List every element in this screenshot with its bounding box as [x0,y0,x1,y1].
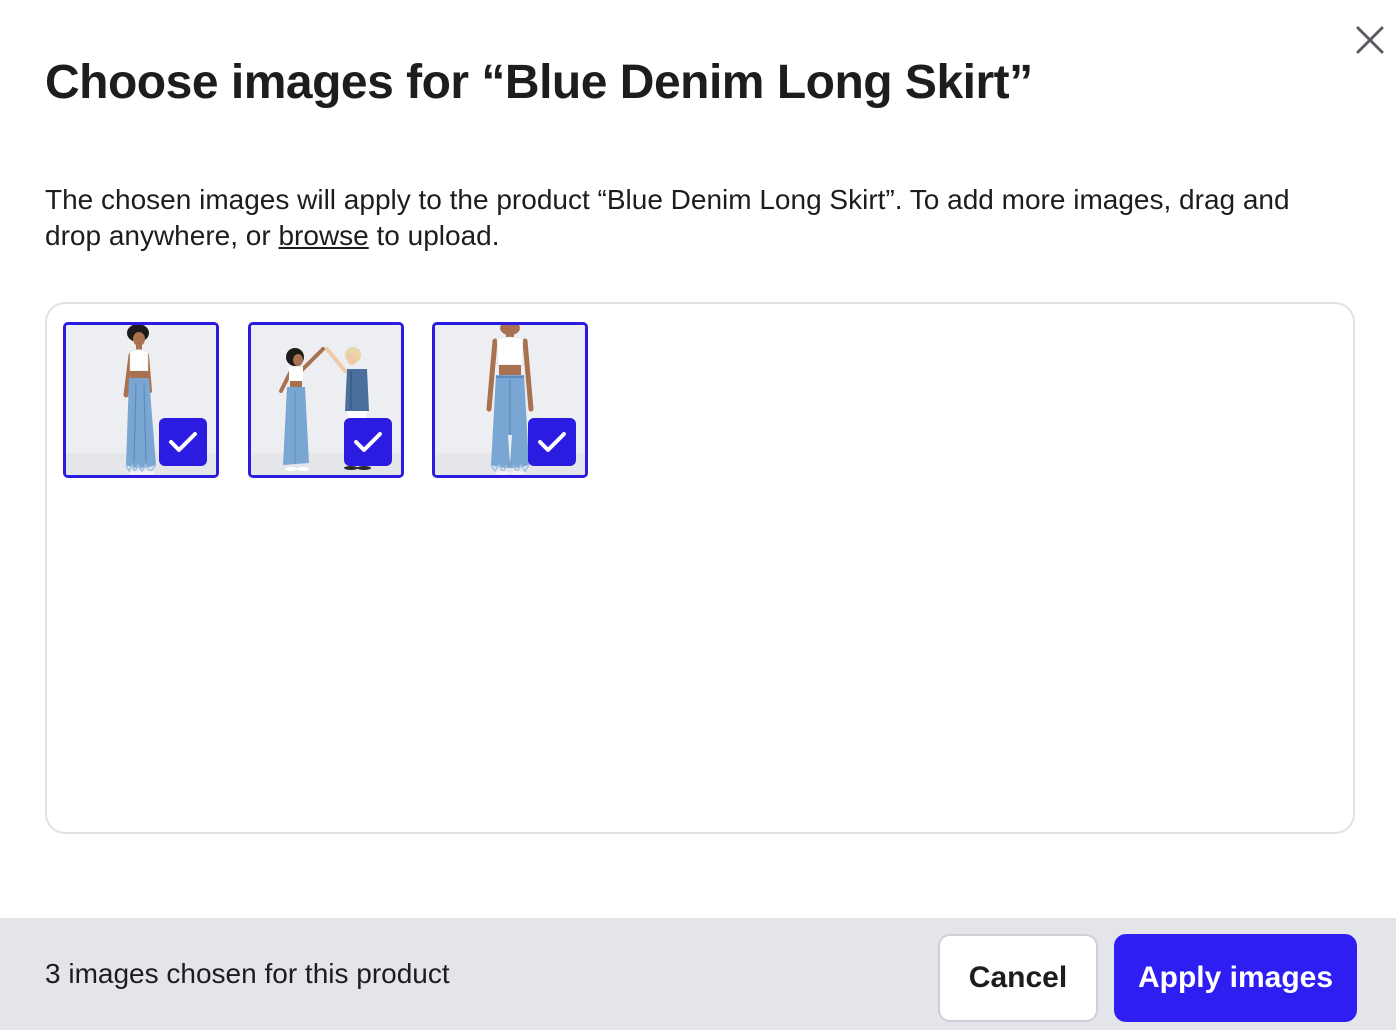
dialog-title: Choose images for “Blue Denim Long Skirt… [45,56,1033,109]
apply-images-button[interactable]: Apply images [1114,934,1357,1022]
close-icon [1356,26,1384,54]
selected-checkbox[interactable] [528,418,576,466]
checkmark-icon [538,432,566,452]
image-drop-area[interactable] [45,302,1355,834]
image-thumbnail[interactable] [432,322,588,478]
close-button[interactable] [1352,22,1388,58]
selected-checkbox[interactable] [159,418,207,466]
dialog-footer: 3 images chosen for this product Cancel … [0,918,1396,1030]
selection-status: 3 images chosen for this product [45,958,450,989]
image-thumbnail[interactable] [248,322,404,478]
description-text-end: to upload. [368,220,500,251]
checkmark-icon [354,432,382,452]
checkmark-icon [169,432,197,452]
description-text: The chosen images will apply to the prod… [45,184,1290,251]
dialog-description: The chosen images will apply to the prod… [45,182,1345,254]
image-thumbnail[interactable] [63,322,219,478]
cancel-button[interactable]: Cancel [938,934,1098,1022]
selected-checkbox[interactable] [344,418,392,466]
browse-link[interactable]: browse [278,220,368,251]
